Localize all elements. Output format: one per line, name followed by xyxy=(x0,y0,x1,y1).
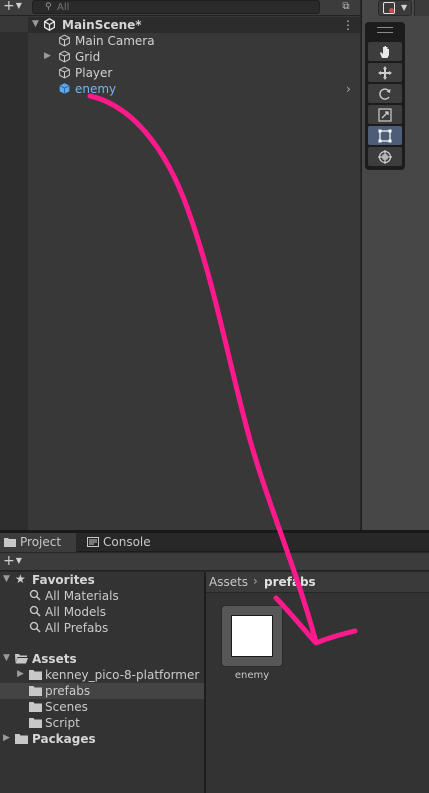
prefab-cube-icon xyxy=(59,83,70,94)
tree-item-label: Script xyxy=(45,716,80,730)
scene-name: MainScene* xyxy=(62,18,142,32)
hierarchy-item-label: Grid xyxy=(75,50,101,64)
hierarchy-item-enemy[interactable]: enemy › xyxy=(28,81,360,97)
hierarchy-gutter xyxy=(0,32,28,530)
breadcrumb-current[interactable]: prefabs xyxy=(264,575,316,589)
gameobject-cube-icon xyxy=(59,66,70,79)
scale-tool-button[interactable] xyxy=(368,105,402,124)
tree-item-label: kenney_pico-8-platformer xyxy=(45,668,200,682)
scene-visibility-icon[interactable]: ⧉ xyxy=(338,0,354,14)
expand-arrow-icon[interactable]: ▶ xyxy=(17,669,24,679)
breadcrumb-root[interactable]: Assets xyxy=(209,575,248,589)
more-options-icon[interactable]: ⋮ xyxy=(342,17,354,33)
rotate-tool-button[interactable] xyxy=(368,84,402,103)
tree-item-favorites[interactable]: ▼ ★ Favorites xyxy=(0,572,204,588)
folder-open-icon xyxy=(15,654,28,664)
hand-icon xyxy=(380,46,389,58)
scale-icon xyxy=(378,108,392,122)
hierarchy-search-input[interactable] xyxy=(57,1,307,13)
gizmo-toggle-button[interactable]: ▼ xyxy=(378,0,412,16)
tree-item-label: prefabs xyxy=(45,684,91,698)
star-icon: ★ xyxy=(15,572,26,586)
folder-icon xyxy=(4,538,16,547)
open-prefab-chevron-icon[interactable]: › xyxy=(346,81,351,97)
tree-item-label: Scenes xyxy=(45,700,88,714)
tree-item-label: Packages xyxy=(32,732,96,746)
search-icon: ⚲ xyxy=(45,2,52,12)
tree-item-packages[interactable]: ▶ Packages xyxy=(0,731,204,747)
bottom-tab-bar: Project Console xyxy=(0,533,429,552)
hierarchy-item-label: Main Camera xyxy=(75,34,155,48)
caret-down-icon: ▼ xyxy=(15,556,22,565)
hierarchy-item-label: Player xyxy=(75,66,113,80)
tree-item-all-models[interactable]: All Models xyxy=(0,604,204,620)
folder-icon xyxy=(29,702,42,712)
tree-item-all-materials[interactable]: All Materials xyxy=(0,588,204,604)
asset-tile-enemy[interactable] xyxy=(221,605,283,667)
hierarchy-item-player[interactable]: Player xyxy=(28,65,360,81)
tree-item-prefabs-folder[interactable]: prefabs xyxy=(0,683,204,699)
tree-item-label: All Materials xyxy=(45,589,119,603)
tree-item-label: Favorites xyxy=(32,573,95,587)
hand-tool-button[interactable] xyxy=(368,42,402,61)
folder-icon xyxy=(29,686,42,696)
tree-item-all-prefabs[interactable]: All Prefabs xyxy=(0,620,204,636)
transform-icon xyxy=(378,150,392,164)
move-arrows-icon xyxy=(378,66,392,80)
tab-label: Console xyxy=(103,535,151,549)
expand-arrow-icon[interactable]: ▼ xyxy=(3,653,10,663)
tree-item-label: All Models xyxy=(45,605,106,619)
hierarchy-item-label: enemy xyxy=(75,82,117,96)
tab-label: Project xyxy=(20,535,62,549)
console-icon xyxy=(87,537,99,547)
asset-name: enemy xyxy=(234,670,270,681)
folder-icon xyxy=(29,670,42,680)
scene-tools-overlay xyxy=(365,22,405,170)
tree-item-kenney-folder[interactable]: ▶ kenney_pico-8-platformer xyxy=(0,667,204,683)
tree-item-script-folder[interactable]: Script xyxy=(0,715,204,731)
expand-arrow-icon[interactable]: ▼ xyxy=(3,574,10,584)
folder-icon xyxy=(15,734,28,744)
unity-scene-icon xyxy=(43,18,56,31)
expand-arrow-icon[interactable]: ▶ xyxy=(44,51,51,61)
move-tool-button[interactable] xyxy=(368,63,402,82)
project-toolbar: +▼ xyxy=(0,553,429,571)
gizmo-icon xyxy=(383,2,395,14)
tree-item-assets[interactable]: ▼ Assets xyxy=(0,651,204,667)
caret-down-icon: ▼ xyxy=(15,1,22,10)
transform-tool-button[interactable] xyxy=(368,147,402,166)
breadcrumb-separator-icon: › xyxy=(253,574,258,588)
expand-arrow-icon[interactable]: ▼ xyxy=(32,19,39,29)
rect-transform-icon xyxy=(378,129,392,143)
scene-header-row[interactable]: ▼ MainScene* ⋮ xyxy=(28,17,360,33)
rect-tool-button[interactable] xyxy=(368,126,402,145)
breadcrumb: Assets › prefabs xyxy=(206,572,429,593)
search-icon xyxy=(29,621,41,633)
create-asset-dropdown-button[interactable]: +▼ xyxy=(3,553,22,569)
search-icon xyxy=(29,605,41,617)
tree-item-label: Assets xyxy=(32,652,77,666)
hierarchy-item-main-camera[interactable]: Main Camera xyxy=(28,33,360,49)
tree-item-label: All Prefabs xyxy=(45,621,109,635)
prefab-thumbnail xyxy=(231,615,273,657)
gameobject-cube-icon xyxy=(59,34,70,47)
hierarchy-search-field[interactable]: ⚲ xyxy=(32,0,320,14)
drag-handle-icon[interactable] xyxy=(377,27,393,33)
folder-icon xyxy=(29,718,42,728)
create-dropdown-button[interactable]: +▼ xyxy=(3,0,22,14)
expand-arrow-icon[interactable]: ▶ xyxy=(3,733,10,743)
tab-console[interactable]: Console xyxy=(83,533,163,552)
scene-toolbar-overflow[interactable] xyxy=(414,0,429,16)
caret-down-icon: ▼ xyxy=(401,3,408,12)
hierarchy-item-grid[interactable]: ▶ Grid xyxy=(28,49,360,65)
tab-project[interactable]: Project xyxy=(0,533,76,552)
search-icon xyxy=(29,589,41,601)
tree-item-scenes-folder[interactable]: Scenes xyxy=(0,699,204,715)
rotate-icon xyxy=(379,88,391,100)
gameobject-cube-icon xyxy=(59,50,70,63)
